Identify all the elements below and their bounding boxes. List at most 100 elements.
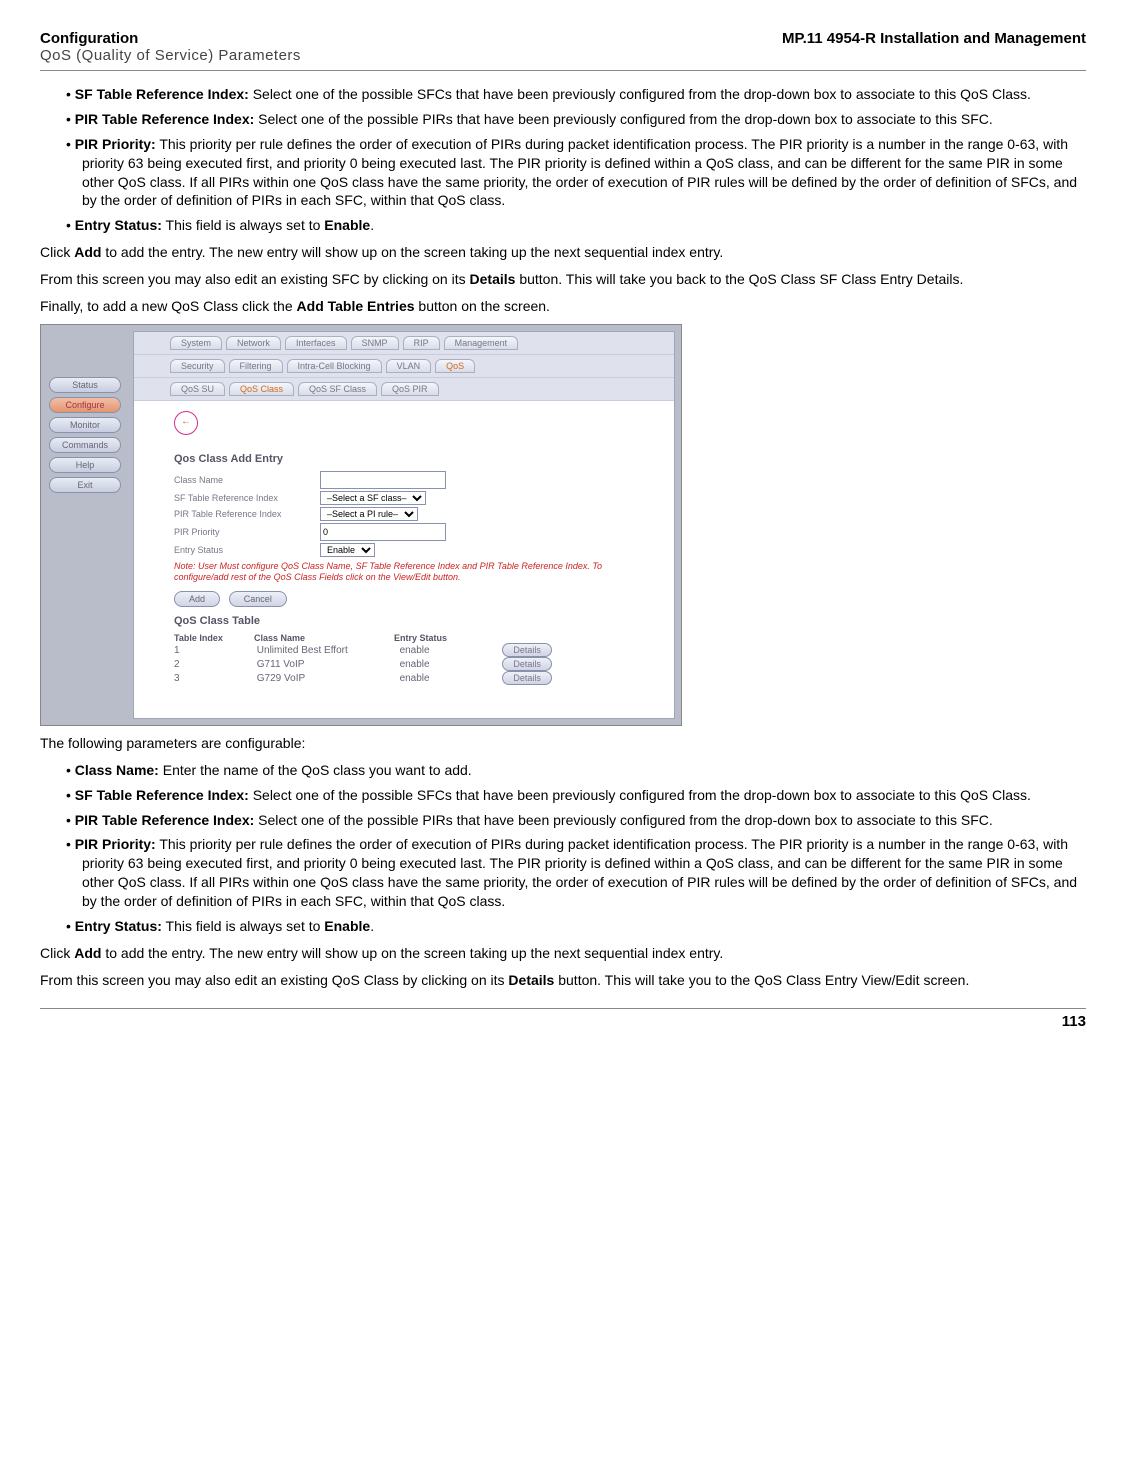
header-right: MP.11 4954-R Installation and Management bbox=[782, 30, 1086, 64]
fig-main: System Network Interfaces SNMP RIP Manag… bbox=[133, 331, 675, 719]
text: Select one of the possible PIRs that hav… bbox=[254, 812, 993, 828]
paragraph: Click Add to add the entry. The new entr… bbox=[40, 243, 1086, 262]
term: PIR Priority: bbox=[75, 836, 156, 852]
tab-security[interactable]: Security bbox=[170, 359, 225, 373]
section-add-entry: Qos Class Add Entry bbox=[174, 453, 634, 465]
sidebar-item-commands[interactable]: Commands bbox=[49, 437, 121, 453]
table-row: 1 Unlimited Best Effort enable Details bbox=[174, 643, 634, 657]
term: Class Name: bbox=[75, 762, 159, 778]
term: PIR Priority: bbox=[75, 136, 156, 152]
tab-qos[interactable]: QoS bbox=[435, 359, 475, 373]
sidebar-item-monitor[interactable]: Monitor bbox=[49, 417, 121, 433]
sidebar-item-exit[interactable]: Exit bbox=[49, 477, 121, 493]
page-header: Configuration QoS (Quality of Service) P… bbox=[40, 30, 1086, 71]
page-number: 113 bbox=[1062, 1013, 1086, 1030]
list-item: PIR Table Reference Index: Select one of… bbox=[66, 811, 1086, 830]
tail: . bbox=[370, 918, 374, 934]
tab-qos-pir[interactable]: QoS PIR bbox=[381, 382, 439, 396]
sf-index-label: SF Table Reference Index bbox=[174, 493, 314, 503]
tab-intracell[interactable]: Intra-Cell Blocking bbox=[287, 359, 382, 373]
sidebar-item-help[interactable]: Help bbox=[49, 457, 121, 473]
table-row: 2 G711 VoIP enable Details bbox=[174, 657, 634, 671]
sidebar-item-configure[interactable]: Configure bbox=[49, 397, 121, 413]
th-index: Table Index bbox=[174, 633, 254, 643]
bullet-list-2: Class Name: Enter the name of the QoS cl… bbox=[40, 761, 1086, 936]
tab-filtering[interactable]: Filtering bbox=[229, 359, 283, 373]
form-note: Note: User Must configure QoS Class Name… bbox=[174, 561, 634, 583]
header-subtitle: QoS (Quality of Service) Parameters bbox=[40, 47, 301, 64]
pir-index-select[interactable]: –Select a PI rule– bbox=[320, 507, 418, 521]
term: Entry Status: bbox=[75, 217, 162, 233]
text: Select one of the possible SFCs that hav… bbox=[249, 787, 1031, 803]
class-name-label: Class Name bbox=[174, 475, 314, 485]
text: This field is always set to bbox=[162, 217, 324, 233]
term: PIR Table Reference Index: bbox=[75, 111, 254, 127]
list-item: Entry Status: This field is always set t… bbox=[66, 917, 1086, 936]
text: Select one of the possible SFCs that hav… bbox=[249, 86, 1031, 102]
th-classname: Class Name bbox=[254, 633, 394, 643]
back-icon[interactable]: ← bbox=[174, 411, 198, 435]
list-item: PIR Priority: This priority per rule def… bbox=[66, 835, 1086, 911]
tab-system[interactable]: System bbox=[170, 336, 222, 350]
tab-snmp[interactable]: SNMP bbox=[351, 336, 399, 350]
list-item: Entry Status: This field is always set t… bbox=[66, 216, 1086, 235]
term: PIR Table Reference Index: bbox=[75, 812, 254, 828]
tab-vlan[interactable]: VLAN bbox=[386, 359, 432, 373]
sidebar-item-status[interactable]: Status bbox=[49, 377, 121, 393]
table-header-row: Table Index Class Name Entry Status bbox=[174, 633, 634, 643]
list-item: PIR Priority: This priority per rule def… bbox=[66, 135, 1086, 211]
tab-qos-class[interactable]: QoS Class bbox=[229, 382, 294, 396]
th-status: Entry Status bbox=[394, 633, 494, 643]
list-item: Class Name: Enter the name of the QoS cl… bbox=[66, 761, 1086, 780]
list-item: PIR Table Reference Index: Select one of… bbox=[66, 110, 1086, 129]
entry-status-select[interactable]: Enable bbox=[320, 543, 375, 557]
add-button[interactable]: Add bbox=[174, 591, 220, 607]
tab-interfaces[interactable]: Interfaces bbox=[285, 336, 347, 350]
list-item: SF Table Reference Index: Select one of … bbox=[66, 85, 1086, 104]
tabs-row-2: Security Filtering Intra-Cell Blocking V… bbox=[134, 355, 674, 378]
bullet-list-1: SF Table Reference Index: Select one of … bbox=[40, 85, 1086, 235]
text: Select one of the possible PIRs that hav… bbox=[254, 111, 993, 127]
text: Enter the name of the QoS class you want… bbox=[159, 762, 472, 778]
fig-content: ← Qos Class Add Entry Class Name SF Tabl… bbox=[134, 401, 674, 695]
text: This priority per rule defines the order… bbox=[82, 136, 1077, 209]
details-button[interactable]: Details bbox=[502, 643, 552, 657]
section-class-table: QoS Class Table bbox=[174, 615, 634, 627]
sf-index-select[interactable]: –Select a SF class– bbox=[320, 491, 426, 505]
paragraph: Finally, to add a new QoS Class click th… bbox=[40, 297, 1086, 316]
qos-class-table: Table Index Class Name Entry Status 1 Un… bbox=[174, 633, 634, 685]
tabs-row-1: System Network Interfaces SNMP RIP Manag… bbox=[134, 332, 674, 355]
paragraph: From this screen you may also edit an ex… bbox=[40, 971, 1086, 990]
page-footer: 113 bbox=[40, 1008, 1086, 1030]
table-row: 3 G729 VoIP enable Details bbox=[174, 671, 634, 685]
cancel-button[interactable]: Cancel bbox=[229, 591, 287, 607]
text: This priority per rule defines the order… bbox=[82, 836, 1077, 909]
pir-priority-label: PIR Priority bbox=[174, 527, 314, 537]
tab-qos-sf-class[interactable]: QoS SF Class bbox=[298, 382, 377, 396]
entry-status-label: Entry Status bbox=[174, 545, 314, 555]
screenshot-figure: Status Configure Monitor Commands Help E… bbox=[40, 324, 682, 726]
list-item: SF Table Reference Index: Select one of … bbox=[66, 786, 1086, 805]
details-button[interactable]: Details bbox=[502, 657, 552, 671]
fig-sidebar: Status Configure Monitor Commands Help E… bbox=[41, 325, 129, 725]
text: This field is always set to bbox=[162, 918, 324, 934]
tabs-row-3: QoS SU QoS Class QoS SF Class QoS PIR bbox=[134, 378, 674, 401]
tab-network[interactable]: Network bbox=[226, 336, 281, 350]
class-name-input[interactable] bbox=[320, 471, 446, 489]
details-button[interactable]: Details bbox=[502, 671, 552, 685]
paragraph: Click Add to add the entry. The new entr… bbox=[40, 944, 1086, 963]
term2: Enable bbox=[324, 217, 370, 233]
tail: . bbox=[370, 217, 374, 233]
pir-priority-input[interactable] bbox=[320, 523, 446, 541]
term: SF Table Reference Index: bbox=[75, 787, 249, 803]
term: SF Table Reference Index: bbox=[75, 86, 249, 102]
tab-management[interactable]: Management bbox=[444, 336, 519, 350]
tab-qos-su[interactable]: QoS SU bbox=[170, 382, 225, 396]
header-left: Configuration QoS (Quality of Service) P… bbox=[40, 30, 301, 64]
term2: Enable bbox=[324, 918, 370, 934]
tab-rip[interactable]: RIP bbox=[403, 336, 440, 350]
pir-index-label: PIR Table Reference Index bbox=[174, 509, 314, 519]
header-title: Configuration bbox=[40, 30, 301, 47]
paragraph: From this screen you may also edit an ex… bbox=[40, 270, 1086, 289]
form-buttons: Add Cancel bbox=[174, 583, 634, 607]
